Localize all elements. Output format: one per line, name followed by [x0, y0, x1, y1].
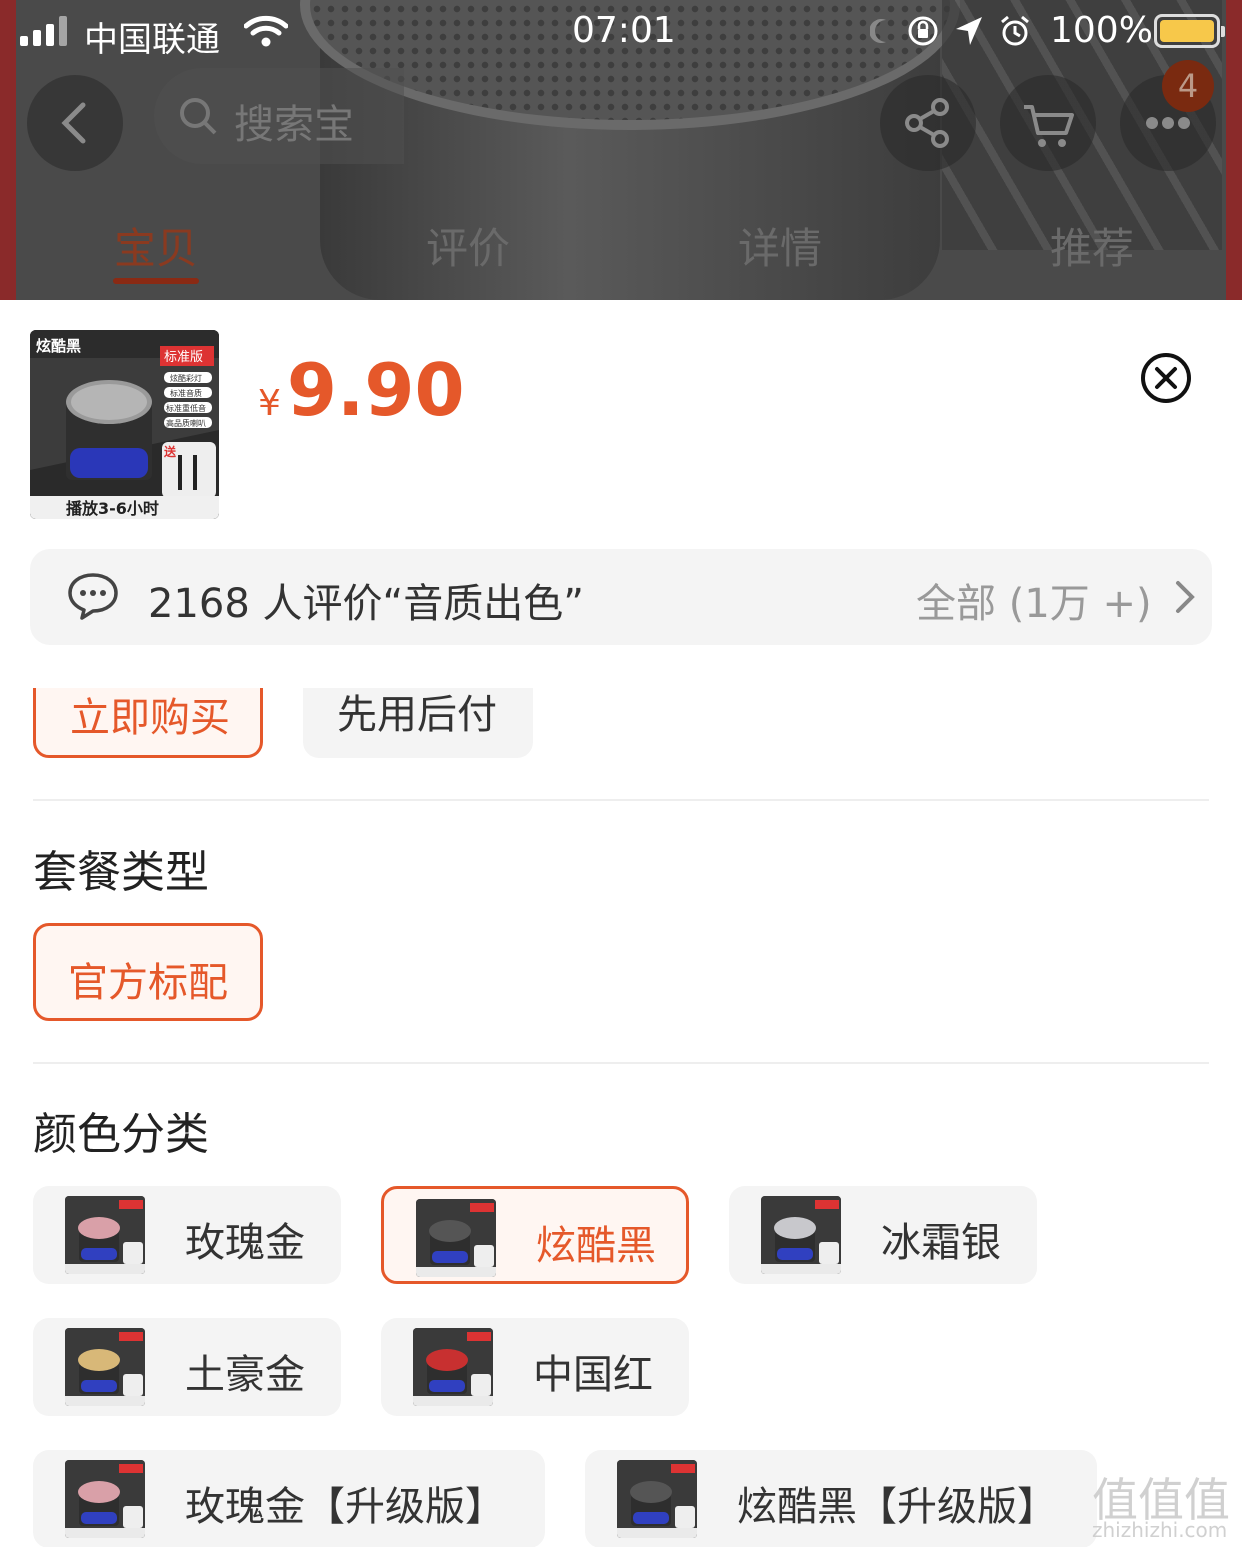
chevron-right-icon	[1176, 581, 1195, 613]
color-option[interactable]: 玫瑰金	[33, 1186, 341, 1284]
pay-later-label: 先用后付	[337, 692, 497, 738]
clock: 07:01	[572, 10, 676, 51]
price: ¥ 9.90	[258, 348, 465, 432]
battery-percent: 100%	[1050, 10, 1153, 51]
color-option-thumbnail	[65, 1460, 145, 1538]
location-arrow-icon	[956, 17, 982, 45]
package-type-title: 套餐类型	[33, 847, 209, 898]
divider	[33, 799, 1209, 801]
pay-later-option[interactable]: 先用后付	[303, 688, 533, 758]
thumb-feature: 高品质喇叭	[166, 418, 206, 428]
tab-item[interactable]: 宝贝	[114, 215, 198, 276]
review-summary-bar[interactable]: 2168 人评价“音质出色” 全部 (1万 +)	[30, 549, 1212, 645]
color-option[interactable]: 冰霜银	[729, 1186, 1037, 1284]
status-bar: 中国联通 07:01 100%	[0, 0, 1242, 64]
color-option[interactable]: 中国红	[381, 1318, 689, 1416]
watermark-url: zhizhizhi.com	[1092, 1518, 1228, 1542]
buy-now-option[interactable]: 立即购买	[33, 688, 263, 758]
active-tab-indicator	[113, 278, 199, 284]
color-option-thumbnail	[617, 1460, 697, 1538]
cart-button[interactable]	[1000, 75, 1096, 171]
color-option-label: 土豪金	[185, 1352, 305, 1398]
back-button[interactable]	[27, 75, 123, 171]
color-option-label: 冰霜银	[881, 1220, 1001, 1266]
color-option[interactable]: 炫酷黑【升级版】	[585, 1450, 1097, 1547]
tab-recommend[interactable]: 推荐	[1050, 215, 1134, 276]
battery-icon	[1154, 14, 1225, 48]
color-option-thumbnail	[413, 1328, 493, 1406]
carrier-label: 中国联通	[84, 20, 220, 60]
moon-icon	[870, 19, 886, 43]
rotation-lock-icon	[908, 16, 938, 46]
status-icons	[870, 14, 1032, 48]
chat-bubble-icon	[68, 573, 118, 620]
site-watermark: 值值值 zhizhizhi.com	[1092, 1450, 1242, 1547]
package-option-label: 官方标配	[68, 960, 228, 1006]
color-option-label: 炫酷黑	[536, 1223, 656, 1269]
purchase-options-row: 立即购买 先用后付	[0, 688, 1242, 758]
color-category-title: 颜色分类	[33, 1109, 209, 1160]
product-thumbnail: 炫酷黑 标准版 炫酷彩灯 标准音质 标准重低音 高品质喇叭 送 播放3-6小时	[30, 330, 219, 519]
close-icon[interactable]	[1140, 352, 1192, 404]
review-all-count: 全部 (1万 +)	[916, 581, 1152, 627]
page-tabs: 宝贝 评价 详情 推荐	[0, 215, 1242, 275]
color-option-label: 玫瑰金	[185, 1220, 305, 1266]
color-option[interactable]: 玫瑰金【升级版】	[33, 1450, 545, 1547]
thumb-badge: 标准版	[164, 350, 203, 365]
share-button[interactable]	[880, 75, 976, 171]
color-option-thumbnail	[416, 1199, 496, 1277]
cart-count-badge: 4	[1162, 60, 1214, 112]
package-option-official[interactable]: 官方标配	[33, 923, 263, 1021]
wifi-icon	[244, 15, 288, 47]
tab-details[interactable]: 详情	[738, 215, 822, 276]
divider	[33, 1062, 1209, 1064]
buy-now-label: 立即购买	[70, 695, 230, 741]
search-placeholder: 搜索宝	[234, 102, 354, 148]
color-option-label: 玫瑰金【升级版】	[185, 1484, 505, 1530]
alarm-icon	[1001, 15, 1029, 46]
color-option-label: 炫酷黑【升级版】	[737, 1484, 1057, 1530]
cart-icon	[1024, 105, 1074, 147]
color-option-thumbnail	[65, 1196, 145, 1274]
search-input[interactable]: 搜索宝	[154, 68, 404, 164]
color-option-label: 中国红	[533, 1352, 653, 1398]
thumb-feature: 标准重低音	[166, 403, 206, 413]
currency-symbol: ¥	[258, 383, 281, 424]
thumb-caption: 播放3-6小时	[66, 499, 159, 518]
price-value: 9.90	[286, 348, 465, 432]
sku-sheet: 炫酷黑 标准版 炫酷彩灯 标准音质 标准重低音 高品质喇叭 送 播放3-6小时 …	[0, 300, 1242, 1547]
color-option[interactable]: 土豪金	[33, 1318, 341, 1416]
chevron-left-icon	[61, 102, 86, 144]
review-summary-text: 2168 人评价“音质出色”	[148, 581, 584, 627]
thumb-gift-label: 送	[163, 444, 177, 459]
color-option-thumbnail	[761, 1196, 841, 1274]
tab-reviews[interactable]: 评价	[426, 215, 510, 276]
thumb-brand: 炫酷黑	[36, 337, 81, 355]
color-option[interactable]: 炫酷黑	[381, 1186, 689, 1284]
search-icon	[180, 98, 217, 135]
thumb-feature: 标准音质	[170, 388, 202, 398]
share-icon	[905, 98, 949, 148]
thumb-feature: 炫酷彩灯	[170, 373, 202, 383]
cellular-signal-icon	[20, 16, 67, 46]
color-option-thumbnail	[65, 1328, 145, 1406]
